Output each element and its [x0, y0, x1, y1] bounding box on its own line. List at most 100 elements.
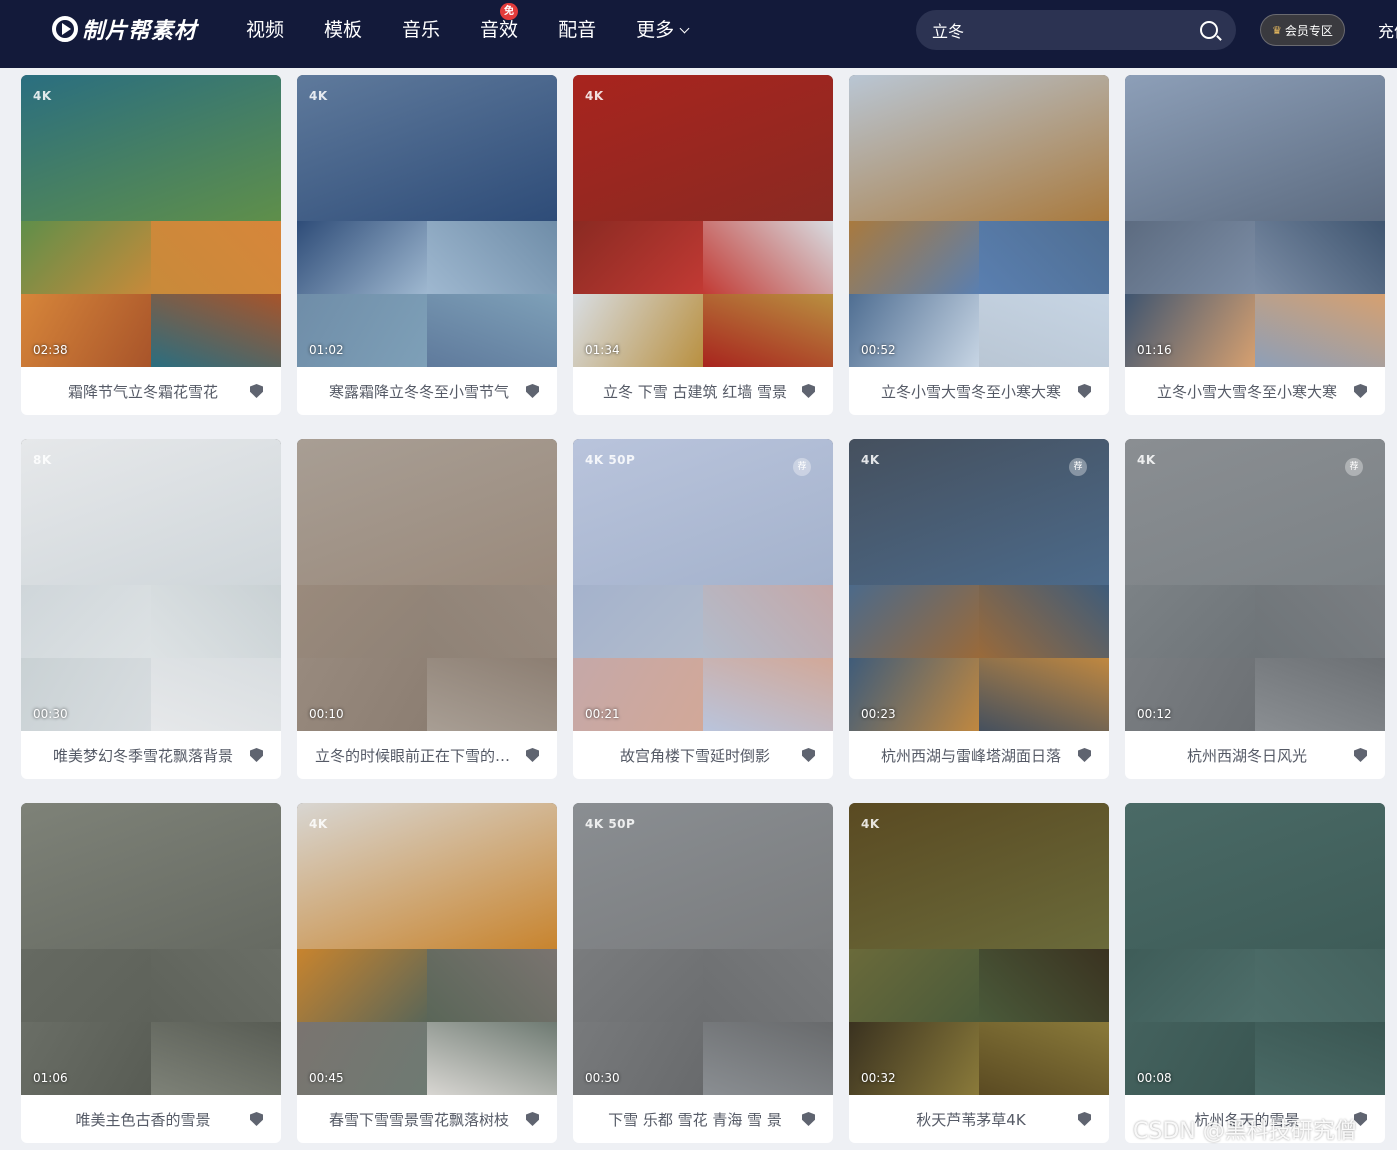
video-results-grid: 4K 02:38 霜降节气立冬霜花雪花 4K 01:02 寒露霜降立冬冬至小雪节气 4K 01…: [21, 75, 1387, 1143]
thumbnail-collage: [21, 75, 281, 367]
card-title-row: 霜降节气立冬霜花雪花: [21, 367, 281, 415]
video-thumbnail[interactable]: 4K 50P 00:30: [573, 803, 833, 1095]
thumbnail-collage: [21, 439, 281, 731]
nav-item-music[interactable]: 音乐: [382, 0, 460, 60]
video-card[interactable]: 4K 02:38 霜降节气立冬霜花雪花: [21, 75, 281, 415]
video-card[interactable]: 00:52 立冬小雪大雪冬至小寒大寒: [849, 75, 1109, 415]
video-thumbnail[interactable]: 8K 00:30: [21, 439, 281, 731]
video-thumbnail[interactable]: 01:16: [1125, 75, 1385, 367]
video-thumbnail[interactable]: 00:10: [297, 439, 557, 731]
video-thumbnail[interactable]: 4K 荐 00:23: [849, 439, 1109, 731]
video-title[interactable]: 唯美梦幻冬季雪花飘落背景: [53, 745, 233, 766]
thumbnail-collage: [849, 75, 1109, 367]
duration-label: 00:45: [309, 1071, 344, 1085]
card-title-row: 立冬小雪大雪冬至小寒大寒: [849, 367, 1109, 415]
nav-item-video[interactable]: 视频: [226, 0, 304, 60]
video-card[interactable]: 8K 00:30 唯美梦幻冬季雪花飘落背景: [21, 439, 281, 779]
vip-zone-button[interactable]: ♛ 会员专区: [1260, 14, 1345, 46]
search-input[interactable]: [932, 10, 1192, 50]
thumbnail-collage: [849, 803, 1109, 1095]
duration-label: 00:10: [309, 707, 344, 721]
logo-play-icon: [52, 16, 78, 42]
video-card[interactable]: 4K 50P 00:30 下雪 乐都 雪花 青海 雪 景: [573, 803, 833, 1143]
video-card[interactable]: 01:16 立冬小雪大雪冬至小寒大寒: [1125, 75, 1385, 415]
video-title[interactable]: 寒露霜降立冬冬至小雪节气: [329, 381, 509, 402]
free-badge: 免: [500, 3, 519, 20]
video-card[interactable]: 4K 00:45 春雪下雪雪景雪花飘落树枝: [297, 803, 557, 1143]
video-card[interactable]: 00:10 立冬的时候眼前正在下雪的场景: [297, 439, 557, 779]
license-shield-icon: [1078, 384, 1091, 398]
video-title[interactable]: 杭州西湖冬日风光: [1187, 745, 1307, 766]
nav-label: 音乐: [402, 19, 441, 41]
logo-text: 制片帮素材: [82, 19, 198, 44]
thumbnail-collage: [849, 439, 1109, 731]
card-title-row: 春雪下雪雪景雪花飘落树枝: [297, 1095, 557, 1143]
card-title-row: 下雪 乐都 雪花 青海 雪 景: [573, 1095, 833, 1143]
video-thumbnail[interactable]: 4K 01:02: [297, 75, 557, 367]
crown-icon: ♛: [1272, 23, 1282, 37]
search-bar: [916, 10, 1236, 50]
nav-item-voiceover[interactable]: 配音: [538, 0, 616, 60]
duration-label: 00:08: [1137, 1071, 1172, 1085]
resolution-tag: 4K: [585, 89, 604, 103]
csdn-watermark: CSDN @黑科技研究僧: [1133, 1119, 1357, 1144]
video-title[interactable]: 故宫角楼下雪延时倒影: [620, 745, 770, 766]
recommend-icon: 荐: [1345, 458, 1363, 476]
video-thumbnail[interactable]: 4K 00:45: [297, 803, 557, 1095]
video-thumbnail[interactable]: 00:08: [1125, 803, 1385, 1095]
video-card[interactable]: 4K 01:34 立冬 下雪 古建筑 红墙 雪景: [573, 75, 833, 415]
thumbnail-collage: [573, 439, 833, 731]
video-card[interactable]: 01:06 唯美主色古香的雪景: [21, 803, 281, 1143]
nav-item-template[interactable]: 模板: [304, 0, 382, 60]
video-thumbnail[interactable]: 4K 荐 00:12: [1125, 439, 1385, 731]
video-title[interactable]: 立冬小雪大雪冬至小寒大寒: [881, 381, 1061, 402]
recharge-link[interactable]: 充值: [1378, 18, 1397, 42]
video-thumbnail[interactable]: 4K 02:38: [21, 75, 281, 367]
chevron-down-icon: [679, 23, 690, 34]
duration-label: 00:23: [861, 707, 896, 721]
video-card[interactable]: 4K 荐 00:23 杭州西湖与雷峰塔湖面日落: [849, 439, 1109, 779]
video-title[interactable]: 下雪 乐都 雪花 青海 雪 景: [608, 1109, 782, 1130]
resolution-tag: 4K: [309, 817, 328, 831]
video-thumbnail[interactable]: 4K 50P 荐 00:21: [573, 439, 833, 731]
video-title[interactable]: 秋天芦苇茅草4K: [916, 1109, 1025, 1130]
video-card[interactable]: 4K 50P 荐 00:21 故宫角楼下雪延时倒影: [573, 439, 833, 779]
video-card[interactable]: 4K 01:02 寒露霜降立冬冬至小雪节气: [297, 75, 557, 415]
nav-item-sound-effects[interactable]: 音效免: [460, 0, 538, 60]
license-shield-icon: [526, 384, 539, 398]
video-thumbnail[interactable]: 01:06: [21, 803, 281, 1095]
video-card[interactable]: 4K 00:32 秋天芦苇茅草4K: [849, 803, 1109, 1143]
resolution-tag: 4K: [33, 89, 52, 103]
thumbnail-collage: [573, 75, 833, 367]
duration-label: 01:34: [585, 343, 620, 357]
thumbnail-collage: [297, 803, 557, 1095]
video-card[interactable]: 00:08 杭州冬天的雪景: [1125, 803, 1385, 1143]
video-title[interactable]: 立冬的时候眼前正在下雪的场景: [315, 745, 523, 766]
nav-label: 配音: [558, 19, 597, 41]
video-title[interactable]: 春雪下雪雪景雪花飘落树枝: [329, 1109, 509, 1130]
duration-label: 00:30: [33, 707, 68, 721]
license-shield-icon: [250, 748, 263, 762]
license-shield-icon: [526, 1112, 539, 1126]
video-thumbnail[interactable]: 4K 00:32: [849, 803, 1109, 1095]
video-title[interactable]: 立冬 下雪 古建筑 红墙 雪景: [603, 381, 787, 402]
nav-item-more[interactable]: 更多: [616, 0, 708, 60]
video-card[interactable]: 4K 荐 00:12 杭州西湖冬日风光: [1125, 439, 1385, 779]
card-title-row: 秋天芦苇茅草4K: [849, 1095, 1109, 1143]
card-title-row: 杭州西湖冬日风光: [1125, 731, 1385, 779]
main-nav: 视频 模板 音乐 音效免 配音 更多: [226, 0, 708, 60]
video-thumbnail[interactable]: 00:52: [849, 75, 1109, 367]
video-title[interactable]: 杭州西湖与雷峰塔湖面日落: [881, 745, 1061, 766]
site-logo[interactable]: 制片帮素材: [52, 14, 197, 44]
video-thumbnail[interactable]: 4K 01:34: [573, 75, 833, 367]
video-title[interactable]: 唯美主色古香的雪景: [75, 1109, 210, 1130]
duration-label: 00:32: [861, 1071, 896, 1085]
video-title[interactable]: 立冬小雪大雪冬至小寒大寒: [1157, 381, 1337, 402]
nav-label: 音效: [480, 19, 519, 41]
search-icon[interactable]: [1200, 21, 1218, 39]
video-title[interactable]: 霜降节气立冬霜花雪花: [68, 381, 218, 402]
card-title-row: 杭州西湖与雷峰塔湖面日落: [849, 731, 1109, 779]
card-title-row: 立冬小雪大雪冬至小寒大寒: [1125, 367, 1385, 415]
duration-label: 00:52: [861, 343, 896, 357]
duration-label: 00:12: [1137, 707, 1172, 721]
